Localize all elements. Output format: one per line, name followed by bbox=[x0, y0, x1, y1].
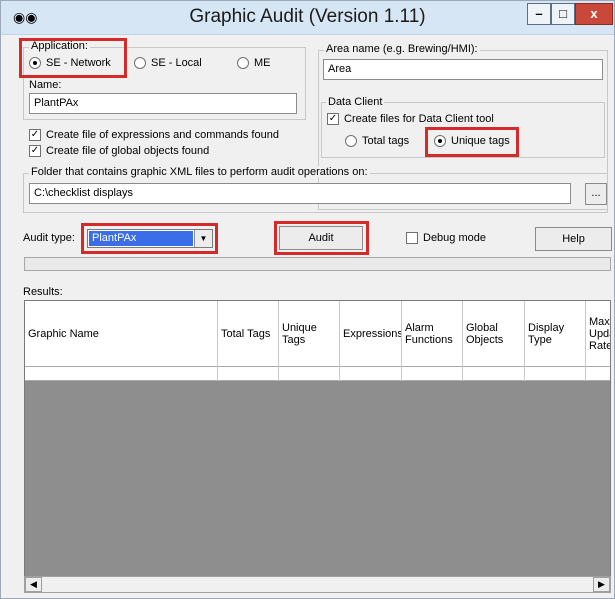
progress-bar bbox=[24, 257, 611, 271]
checkbox-indicator[interactable]: ✓ bbox=[29, 145, 41, 158]
create-data-client-label: Create files for Data Client tool bbox=[344, 113, 494, 126]
highlight-application bbox=[19, 38, 127, 78]
window-title: Graphic Audit (Version 1.11) bbox=[189, 6, 426, 27]
folder-path-field[interactable]: C:\checklist displays bbox=[29, 183, 571, 204]
area-field[interactable]: Area bbox=[323, 59, 603, 80]
create-data-client-checkbox[interactable]: ✓ Create files for Data Client tool bbox=[327, 113, 494, 126]
highlight-audit-type bbox=[81, 223, 218, 254]
graphic-audit-window: ◉◉ Graphic Audit (Version 1.11) – □ x Ap… bbox=[0, 0, 615, 599]
arrow-right-icon[interactable]: ▶ bbox=[593, 577, 610, 592]
radio-me-label: ME bbox=[254, 57, 271, 70]
table-row[interactable] bbox=[25, 367, 610, 381]
browse-button[interactable]: ... bbox=[585, 183, 607, 205]
radio-me[interactable]: ME bbox=[237, 57, 271, 70]
table-cell bbox=[279, 367, 340, 381]
radio-total-tags-label: Total tags bbox=[362, 135, 410, 148]
maximize-button[interactable]: □ bbox=[551, 3, 575, 25]
radio-indicator[interactable] bbox=[345, 135, 357, 148]
table-cell bbox=[402, 367, 463, 381]
name-field[interactable]: PlantPAx bbox=[29, 93, 297, 114]
column-display-type[interactable]: Display Type bbox=[525, 301, 586, 367]
expressions-checkbox-label: Create file of expressions and commands … bbox=[46, 129, 279, 142]
debug-mode-checkbox[interactable]: Debug mode bbox=[406, 232, 486, 245]
maximize-icon: □ bbox=[559, 6, 567, 21]
radio-indicator[interactable] bbox=[237, 57, 249, 70]
minimize-button[interactable]: – bbox=[527, 3, 551, 25]
debug-mode-label: Debug mode bbox=[423, 232, 486, 245]
global-objects-checkbox-label: Create file of global objects found bbox=[46, 145, 210, 158]
column-graphic-name[interactable]: Graphic Name bbox=[25, 301, 218, 367]
checkbox-indicator[interactable]: ✓ bbox=[327, 113, 339, 126]
horizontal-scrollbar[interactable]: ◀ ▶ bbox=[24, 576, 611, 593]
highlight-unique-tags bbox=[425, 127, 519, 157]
global-objects-checkbox[interactable]: ✓ Create file of global objects found bbox=[29, 145, 210, 158]
results-label: Results: bbox=[23, 286, 63, 298]
table-cell bbox=[463, 367, 525, 381]
checkbox-indicator[interactable] bbox=[406, 232, 418, 245]
checkbox-indicator[interactable]: ✓ bbox=[29, 129, 41, 142]
arrow-left-icon[interactable]: ◀ bbox=[25, 577, 42, 592]
results-grid[interactable]: Graphic Name Total Tags Unique Tags Expr… bbox=[24, 300, 611, 584]
column-total-tags[interactable]: Total Tags bbox=[218, 301, 279, 367]
close-icon: x bbox=[590, 6, 598, 21]
column-global-objects[interactable]: Global Objects bbox=[463, 301, 525, 367]
expressions-checkbox[interactable]: ✓ Create file of expressions and commands… bbox=[29, 129, 279, 142]
audit-type-label: Audit type: bbox=[23, 232, 75, 244]
data-client-label: Data Client bbox=[326, 96, 385, 108]
column-expressions[interactable]: Expressions bbox=[340, 301, 402, 367]
highlight-audit-button bbox=[274, 221, 369, 255]
table-cell bbox=[25, 367, 218, 381]
radio-indicator[interactable] bbox=[134, 57, 146, 70]
column-unique-tags[interactable]: Unique Tags bbox=[279, 301, 340, 367]
minimize-icon: – bbox=[535, 6, 543, 21]
area-label: Area name (e.g. Brewing/HMI): bbox=[324, 43, 480, 55]
title-bar[interactable]: ◉◉ Graphic Audit (Version 1.11) – □ x bbox=[1, 1, 614, 35]
radio-se-local[interactable]: SE - Local bbox=[134, 57, 202, 70]
column-max-update-rate[interactable]: Max Update Rate bbox=[586, 301, 610, 367]
radio-total-tags[interactable]: Total tags bbox=[345, 135, 410, 148]
name-label: Name: bbox=[29, 79, 62, 91]
table-cell bbox=[525, 367, 586, 381]
help-button[interactable]: Help bbox=[535, 227, 612, 251]
table-cell bbox=[340, 367, 402, 381]
column-alarm-functions[interactable]: Alarm Functions bbox=[402, 301, 463, 367]
folder-label: Folder that contains graphic XML files t… bbox=[29, 166, 370, 178]
results-grid-header: Graphic Name Total Tags Unique Tags Expr… bbox=[25, 301, 610, 367]
close-button[interactable]: x bbox=[575, 3, 613, 25]
radio-se-local-label: SE - Local bbox=[151, 57, 202, 70]
table-cell bbox=[218, 367, 279, 381]
